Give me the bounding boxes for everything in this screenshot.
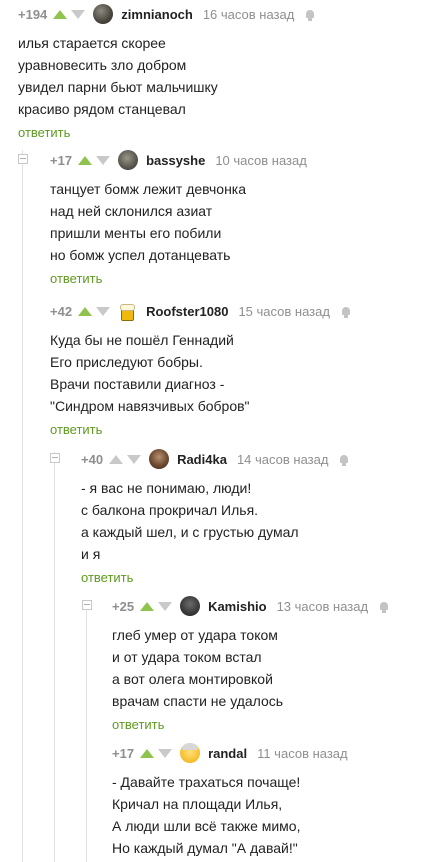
comment-username[interactable]: Radi4ka bbox=[177, 452, 227, 467]
android-icon bbox=[304, 7, 316, 21]
comment-body: глеб умер от удара током и от удара токо… bbox=[112, 624, 390, 712]
comment-rating: +42 bbox=[50, 303, 73, 319]
vote-up-icon[interactable] bbox=[140, 748, 155, 758]
comment-line: с балкона прокричал Илья. bbox=[81, 502, 259, 518]
android-icon bbox=[378, 599, 390, 613]
comment-username[interactable]: Kamishio bbox=[208, 599, 267, 614]
comment-time: 13 часов назад bbox=[276, 598, 369, 614]
comment-header: +40 Radi4ka 14 часов назад bbox=[81, 447, 350, 471]
comment-line: танцует бомж лежит девчонка bbox=[50, 181, 247, 197]
comment-line: увидел парни бьют мальчишку bbox=[18, 79, 218, 95]
collapse-toggle[interactable] bbox=[18, 154, 28, 164]
comment-line: а вот олега монтировкой bbox=[112, 671, 273, 687]
comment-line: "Синдром навязчивых бобров" bbox=[50, 398, 250, 414]
vote-up-icon[interactable] bbox=[140, 601, 155, 611]
comment-rating: +25 bbox=[112, 598, 135, 614]
comment-rating: +194 bbox=[18, 6, 48, 22]
comment-line: уравновесить зло добром bbox=[18, 57, 187, 73]
comment: +194 zimnianoch 16 часов назад илья стар… bbox=[18, 2, 316, 140]
comment: +17 bassyshe 10 часов назад танцует бомж… bbox=[50, 148, 317, 286]
comment-line: Кричал на площади Илья, bbox=[112, 796, 283, 812]
comment-body: - я вас не понимаю, люди! с балкона прок… bbox=[81, 477, 350, 565]
comment-header: +42 Roofster1080 15 часов назад bbox=[50, 299, 352, 323]
comment-line: А люди шли всё также мимо, bbox=[112, 818, 301, 834]
comment-line: - я вас не понимаю, люди! bbox=[81, 480, 252, 496]
comment-line: красиво рядом станцевал bbox=[18, 101, 186, 117]
comment-body: Куда бы не пошёл Геннадий Его приследуют… bbox=[50, 329, 352, 417]
comment-rating: +17 bbox=[50, 152, 73, 168]
comment-username[interactable]: bassyshe bbox=[146, 153, 205, 168]
comment-line: Но каждый думал "А давай!" bbox=[112, 840, 298, 856]
vote-down-icon[interactable] bbox=[158, 601, 173, 611]
comment-username[interactable]: randal bbox=[208, 746, 247, 761]
comment-line: илья старается скорее bbox=[18, 35, 166, 51]
comment-time: 14 часов назад bbox=[236, 451, 329, 467]
reply-link[interactable]: ответить bbox=[50, 271, 317, 286]
vote-up-icon[interactable] bbox=[78, 155, 93, 165]
comment-line: но бомж успел дотанцевать bbox=[50, 247, 231, 263]
comment-time: 10 часов назад bbox=[215, 152, 307, 168]
comment-line: и от удара током встал bbox=[112, 649, 262, 665]
user-avatar[interactable] bbox=[149, 449, 170, 469]
comment-body: танцует бомж лежит девчонка над ней скло… bbox=[50, 178, 317, 266]
user-avatar[interactable] bbox=[118, 150, 139, 170]
comment-line: - Давайте трахаться почаще! bbox=[112, 774, 301, 790]
comment: +17 randal 11 часов назад - Давайте трах… bbox=[112, 741, 358, 859]
vote-down-icon[interactable] bbox=[96, 306, 111, 316]
comment-username[interactable]: zimnianoch bbox=[121, 7, 193, 22]
reply-link[interactable]: ответить bbox=[18, 125, 316, 140]
reply-link[interactable]: ответить bbox=[112, 717, 390, 732]
comment-line: врачам спасти не удалось bbox=[112, 693, 284, 709]
comment-line: над ней склонился азиат bbox=[50, 203, 213, 219]
comment-time: 15 часов назад bbox=[238, 303, 330, 319]
comment-body: илья старается скорее уравновесить зло д… bbox=[18, 32, 316, 120]
comment-line: пришли менты его побили bbox=[50, 225, 222, 241]
collapse-toggle[interactable] bbox=[50, 453, 60, 463]
comment: +25 Kamishio 13 часов назад глеб умер от… bbox=[112, 594, 390, 732]
vote-up-icon[interactable] bbox=[109, 454, 124, 464]
comment-line: Куда бы не пошёл Геннадий bbox=[50, 332, 234, 348]
comment-line: и я bbox=[81, 546, 101, 562]
reply-link[interactable]: ответить bbox=[50, 422, 352, 437]
vote-down-icon[interactable] bbox=[96, 155, 111, 165]
thread-line bbox=[22, 150, 23, 862]
android-icon bbox=[340, 304, 352, 318]
comment-line: глеб умер от удара током bbox=[112, 627, 278, 643]
android-icon bbox=[338, 452, 350, 466]
comment: +40 Radi4ka 14 часов назад - я вас не по… bbox=[81, 447, 350, 585]
vote-up-icon[interactable] bbox=[78, 306, 93, 316]
vote-down-icon[interactable] bbox=[158, 748, 173, 758]
emoji-avatar[interactable] bbox=[180, 743, 201, 763]
comment-header: +17 bassyshe 10 часов назад bbox=[50, 148, 317, 172]
user-avatar[interactable] bbox=[93, 4, 114, 24]
vote-down-icon[interactable] bbox=[127, 454, 142, 464]
comment-header: +17 randal 11 часов назад bbox=[112, 741, 358, 765]
collapse-toggle[interactable] bbox=[82, 600, 92, 610]
comment: +42 Roofster1080 15 часов назад Куда бы … bbox=[50, 299, 352, 437]
vote-up-icon[interactable] bbox=[53, 9, 68, 19]
vote-down-icon[interactable] bbox=[71, 9, 86, 19]
comment-body: - Давайте трахаться почаще! Кричал на пл… bbox=[112, 771, 358, 859]
comment-header: +25 Kamishio 13 часов назад bbox=[112, 594, 390, 618]
comment-username[interactable]: Roofster1080 bbox=[146, 304, 228, 319]
comment-line: а каждый шел, и с грустью думал bbox=[81, 524, 299, 540]
thread-line bbox=[54, 452, 55, 862]
comment-time: 11 часов назад bbox=[257, 745, 348, 761]
comment-line: Его приследуют бобры. bbox=[50, 354, 203, 370]
reply-link[interactable]: ответить bbox=[81, 570, 350, 585]
comment-header: +194 zimnianoch 16 часов назад bbox=[18, 2, 316, 26]
comment-time: 16 часов назад bbox=[202, 6, 295, 22]
comment-rating: +40 bbox=[81, 451, 104, 467]
thread-line bbox=[86, 600, 87, 862]
comment-line: Врачи поставили диагноз - bbox=[50, 376, 225, 392]
user-avatar[interactable] bbox=[180, 596, 201, 616]
beer-mug-avatar[interactable] bbox=[118, 301, 139, 321]
comment-rating: +17 bbox=[112, 745, 135, 761]
